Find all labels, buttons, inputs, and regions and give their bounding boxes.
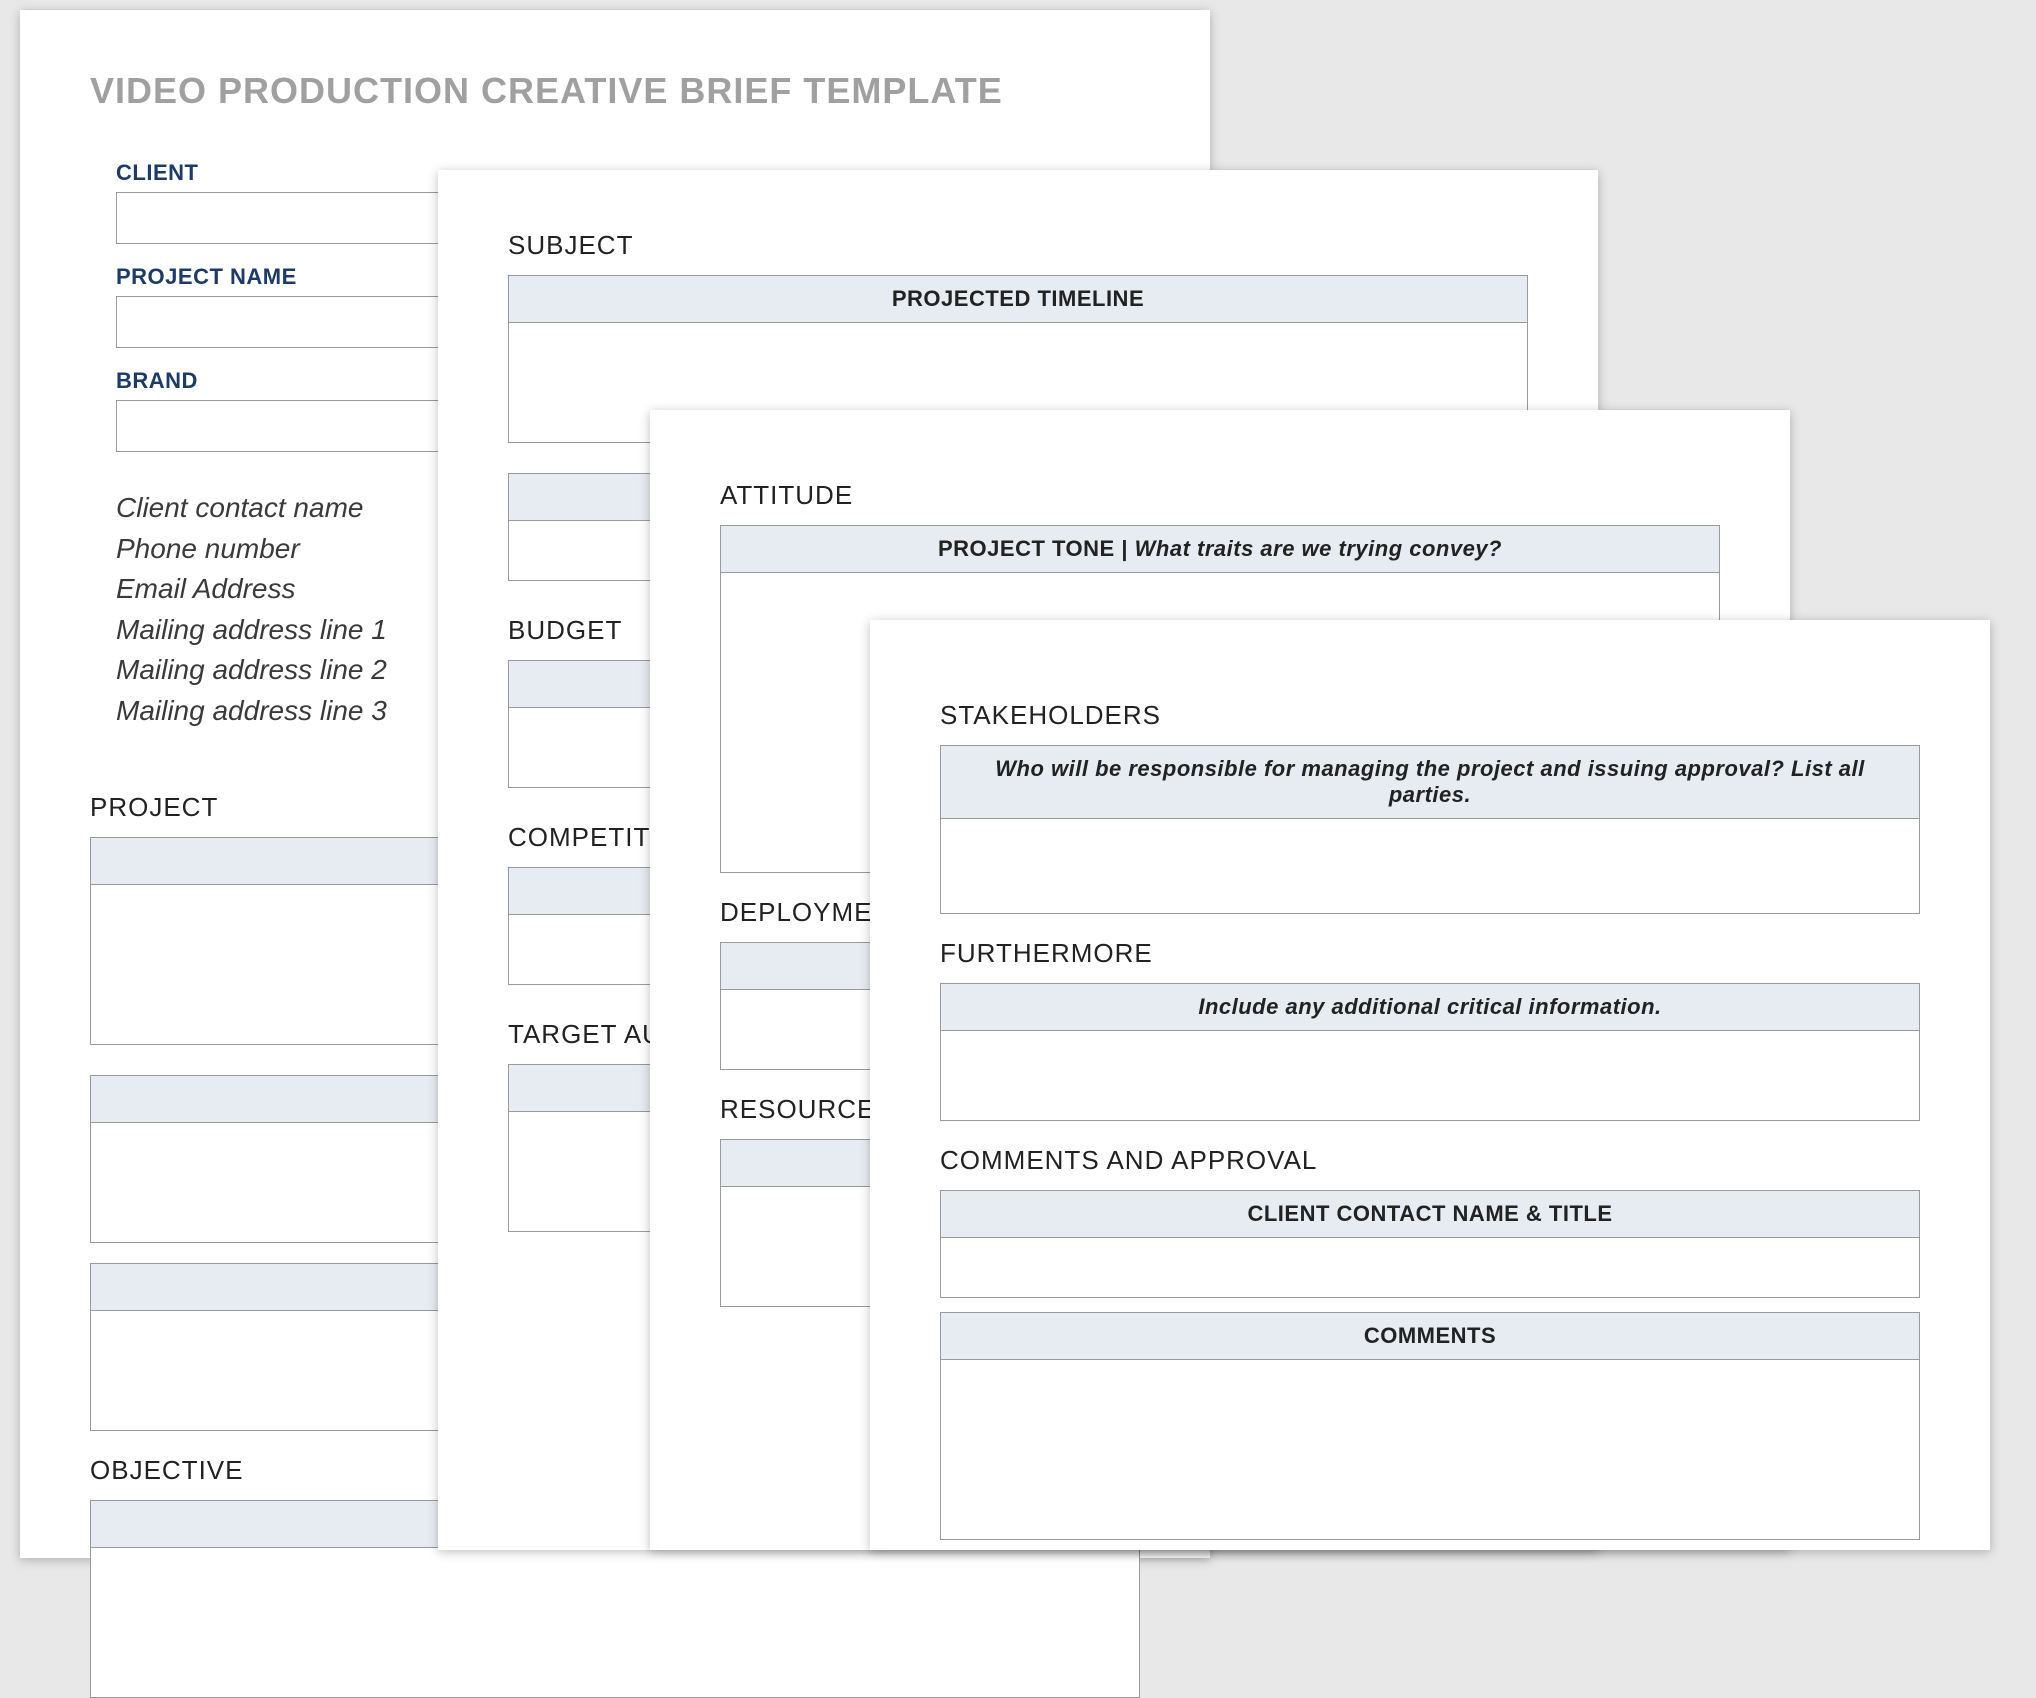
box-client-contact[interactable] [940, 1238, 1920, 1298]
document-title: VIDEO PRODUCTION CREATIVE BRIEF TEMPLATE [90, 70, 1140, 112]
comments-header: COMMENTS [1364, 1323, 1496, 1348]
section-title-stakeholders: STAKEHOLDERS [940, 700, 1920, 731]
client-contact-header: CLIENT CONTACT NAME & TITLE [1247, 1201, 1612, 1226]
section-title-comments-approval: COMMENTS AND APPROVAL [940, 1145, 1920, 1176]
box-stakeholders[interactable] [940, 819, 1920, 914]
box-comments[interactable] [940, 1360, 1920, 1540]
band-projected-timeline-text: PROJECTED TIMELINE [892, 286, 1144, 311]
box-objective[interactable] [90, 1548, 1140, 1698]
section-title-furthermore: FURTHERMORE [940, 938, 1920, 969]
band-comments: COMMENTS [940, 1312, 1920, 1360]
box-furthermore[interactable] [940, 1031, 1920, 1121]
band-project-tone: PROJECT TONE | What traits are we trying… [720, 525, 1720, 573]
project-tone-sep: | [1115, 536, 1135, 561]
stakeholders-prompt: Who will be responsible for managing the… [995, 756, 1865, 807]
section-title-subject: SUBJECT [508, 230, 1528, 261]
project-tone-prompt: What traits are we trying convey? [1135, 536, 1502, 561]
page-4: STAKEHOLDERS Who will be responsible for… [870, 620, 1990, 1550]
section-title-attitude: ATTITUDE [720, 480, 1720, 511]
band-furthermore: Include any additional critical informat… [940, 983, 1920, 1031]
project-tone-label: PROJECT TONE [938, 536, 1115, 561]
comments-approval-stack: CLIENT CONTACT NAME & TITLE COMMENTS [940, 1190, 1920, 1540]
furthermore-prompt: Include any additional critical informat… [1198, 994, 1661, 1019]
band-stakeholders: Who will be responsible for managing the… [940, 745, 1920, 819]
band-client-contact: CLIENT CONTACT NAME & TITLE [940, 1190, 1920, 1238]
band-projected-timeline: PROJECTED TIMELINE [508, 275, 1528, 323]
